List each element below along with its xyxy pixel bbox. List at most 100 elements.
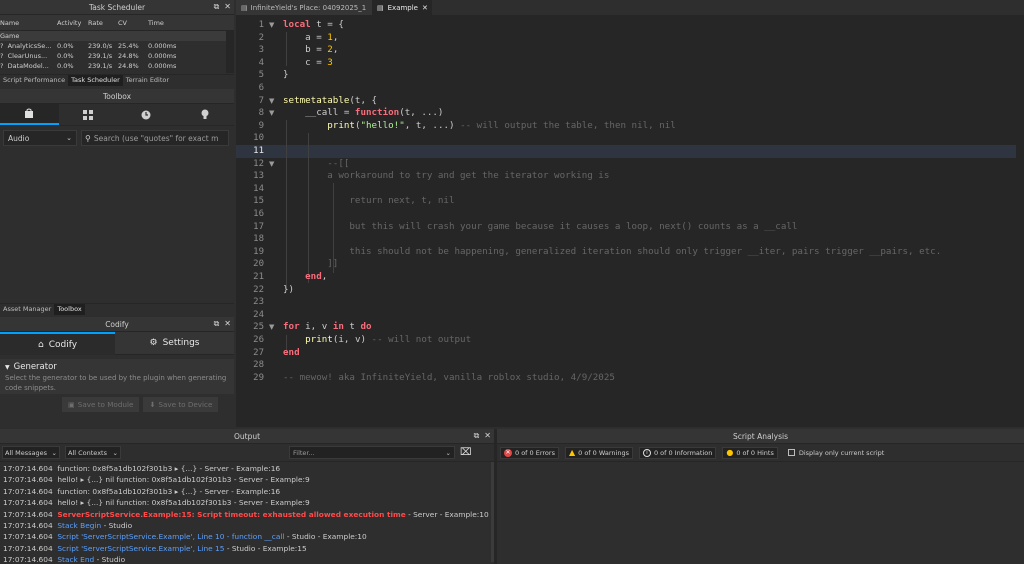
col-name[interactable]: Name xyxy=(0,15,57,30)
save-module-label: Save to Module xyxy=(77,400,134,409)
code-text: -- mewow! aka InfiniteYield, vanilla rob… xyxy=(283,371,615,383)
output-title: Output xyxy=(233,431,261,441)
warning-icon: ▲ xyxy=(568,448,576,457)
category-dropdown[interactable]: Audio ⌄ xyxy=(3,130,77,146)
fold-icon[interactable]: ▼ xyxy=(269,95,274,108)
output-line-stack[interactable]: 17:07:14.604 Script 'ServerScriptService… xyxy=(0,531,494,542)
filter-placeholder: Filter... xyxy=(293,448,315,457)
fold-icon[interactable]: ▼ xyxy=(269,19,274,32)
save-icon: ▣ xyxy=(68,400,75,409)
line-number[interactable]: 10 xyxy=(236,132,264,145)
codify-title: Codify xyxy=(105,319,129,329)
messages-filter-dropdown[interactable]: All Messages ⌄ xyxy=(2,446,60,459)
code-text: this should not be happening, generalize… xyxy=(283,245,942,257)
tab-codify[interactable]: ⌂ Codify xyxy=(0,332,115,355)
timestamp: 17:07:14.604 xyxy=(3,464,53,473)
warnings-count: 0 of 0 Warnings xyxy=(578,448,629,457)
task-scheduler-title-bar: Task Scheduler ⧉ ✕ xyxy=(0,0,234,15)
col-activity[interactable]: Activity xyxy=(57,15,88,30)
errors-filter[interactable]: ✕ 0 of 0 Errors xyxy=(500,446,559,459)
code-line-19: this should not be happening, generalize… xyxy=(236,246,1024,259)
line-number[interactable]: 6 xyxy=(236,82,264,95)
code-line-3: b = 2, xyxy=(236,44,1024,57)
message-extra: ▸ {...} nil function: 0x8f5a1db102f301b3 xyxy=(80,498,232,508)
line-number[interactable]: 14 xyxy=(236,183,264,196)
line-number[interactable]: 16 xyxy=(236,208,264,221)
row-cv: 25.4% xyxy=(118,42,139,50)
warnings-filter[interactable]: ▲ 0 of 0 Warnings xyxy=(564,446,633,459)
col-rate[interactable]: Rate xyxy=(88,15,118,30)
code-editor[interactable]: 1 2 3 4 5 6 7 8 9 10 11 12 13 14 15 16 17 18 19 20 21 22 23 24 2… xyxy=(236,15,1024,427)
undock-icon[interactable]: ⧉ xyxy=(214,2,220,12)
task-scheduler-scrollbar[interactable] xyxy=(226,31,234,73)
chevron-down-icon[interactable]: ▼ xyxy=(5,364,10,371)
output-line-error[interactable]: 17:07:14.604 ServerScriptService.Example… xyxy=(0,509,494,520)
output-line[interactable]: 17:07:14.604 function: 0x8f5a1db102f301b… xyxy=(0,463,494,474)
clear-output-icon[interactable]: ⌧ xyxy=(460,447,472,458)
close-icon[interactable]: ✕ xyxy=(484,431,491,441)
document-icon: ▤ xyxy=(241,3,248,12)
tab-settings[interactable]: ⚙ Settings xyxy=(115,332,234,355)
message-extra: ▸ {...} nil function: 0x8f5a1db102f301b3 xyxy=(80,475,232,485)
row-name: ClearUnus... xyxy=(7,52,48,60)
tab-asset-manager[interactable]: Asset Manager xyxy=(0,304,54,315)
checkbox[interactable] xyxy=(787,449,795,456)
panel-divider[interactable] xyxy=(494,429,497,564)
creations-tab[interactable] xyxy=(176,104,235,125)
current-script-toggle[interactable]: Display only current script xyxy=(787,448,885,457)
output-line[interactable]: 17:07:14.604 hello! ▸ {...} nil function… xyxy=(0,497,494,508)
line-number[interactable]: 28 xyxy=(236,359,264,372)
close-icon[interactable]: ✕ xyxy=(224,2,231,12)
col-cv[interactable]: CV xyxy=(118,15,148,30)
recent-tab[interactable] xyxy=(117,104,176,125)
line-number[interactable]: 11 xyxy=(236,145,264,158)
stack-link[interactable]: Script 'ServerScriptService.Example', Li… xyxy=(57,532,284,541)
output-line-stack[interactable]: 17:07:14.604 Stack Begin - Studio xyxy=(0,520,494,531)
tab-script-performance[interactable]: Script Performance xyxy=(0,75,68,86)
table-row[interactable]: ? ClearUnus... 0.0% 239.1/s 24.8% 0.000m… xyxy=(0,51,234,61)
line-number[interactable]: 18 xyxy=(236,233,264,246)
error-message[interactable]: ServerScriptService.Example:15: Script t… xyxy=(57,510,405,519)
output-filter-input[interactable]: Filter... ⌄ xyxy=(289,446,455,459)
editor-tab-place[interactable]: ▤ InfiniteYield's Place: 04092025_1 xyxy=(236,0,372,15)
message-extra: ▸ {...} xyxy=(174,464,198,473)
generator-heading: Generator xyxy=(13,362,57,372)
tab-terrain-editor[interactable]: Terrain Editor xyxy=(123,75,172,86)
tab-toolbox[interactable]: Toolbox xyxy=(54,304,85,315)
tab-task-scheduler[interactable]: Task Scheduler xyxy=(68,75,123,86)
save-to-module-button[interactable]: ▣ Save to Module xyxy=(62,397,140,412)
information-filter[interactable]: i 0 of 0 Information xyxy=(638,446,717,459)
output-line[interactable]: 17:07:14.604 hello! ▸ {...} nil function… xyxy=(0,474,494,485)
line-number[interactable]: 23 xyxy=(236,296,264,309)
current-script-label: Display only current script xyxy=(798,448,885,457)
message-source: - Studio xyxy=(101,520,133,530)
error-icon: ✕ xyxy=(504,448,512,457)
group-row[interactable]: Game xyxy=(0,31,234,41)
output-line-stack[interactable]: 17:07:14.604 Script 'ServerScriptService… xyxy=(0,543,494,554)
contexts-filter-dropdown[interactable]: All Contexts ⌄ xyxy=(65,446,121,459)
undock-icon[interactable]: ⧉ xyxy=(214,319,220,329)
output-line[interactable]: 17:07:14.604 function: 0x8f5a1db102f301b… xyxy=(0,486,494,497)
undock-icon[interactable]: ⧉ xyxy=(474,431,480,441)
editor-scrollbar[interactable] xyxy=(1016,15,1024,427)
toolbox-search[interactable]: ⚲ Search (use "quotes" for exact m xyxy=(81,130,229,146)
line-number[interactable]: 24 xyxy=(236,309,264,322)
stack-link[interactable]: Script 'ServerScriptService.Example', Li… xyxy=(57,544,224,553)
save-to-device-button[interactable]: ⬇ Save to Device xyxy=(143,397,219,412)
hints-filter[interactable]: ● 0 of 0 Hints xyxy=(722,446,778,459)
inventory-tab[interactable] xyxy=(59,104,118,125)
fold-icon[interactable]: ▼ xyxy=(269,321,274,334)
output-line-stack[interactable]: 17:07:14.604 Stack End - Studio xyxy=(0,554,494,564)
editor-tab-example[interactable]: ▤ Example ✕ xyxy=(372,0,432,15)
tab-codify-label: Codify xyxy=(48,339,78,350)
close-icon[interactable]: ✕ xyxy=(422,4,428,12)
table-row[interactable]: ? AnalyticsSe... 0.0% 239.0/s 25.4% 0.00… xyxy=(0,41,234,51)
table-row[interactable]: ? DataModel... 0.0% 239.1/s 24.8% 0.000m… xyxy=(0,61,234,71)
toolbox-content xyxy=(0,152,234,300)
col-time[interactable]: Time xyxy=(148,15,193,30)
row-name: DataModel... xyxy=(7,62,49,70)
fold-icon[interactable]: ▼ xyxy=(269,158,274,171)
marketplace-tab[interactable] xyxy=(0,104,59,125)
close-icon[interactable]: ✕ xyxy=(224,319,231,329)
fold-icon[interactable]: ▼ xyxy=(269,107,274,120)
